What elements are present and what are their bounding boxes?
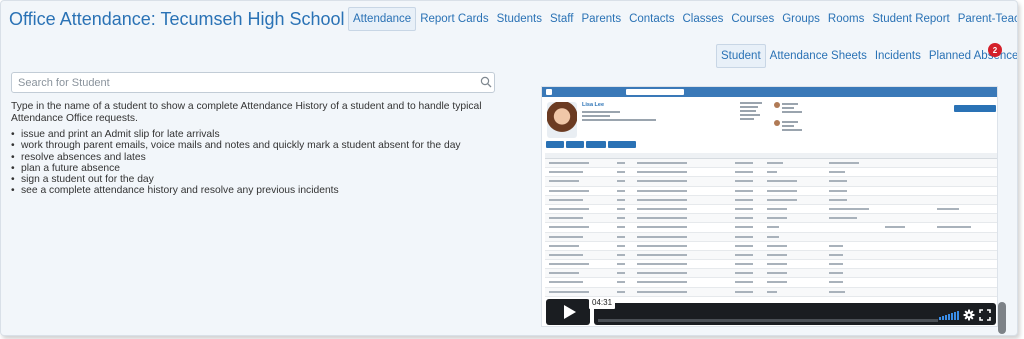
feature-list: issue and print an Admit slip for late a… xyxy=(11,129,461,197)
tab-groups[interactable]: Groups xyxy=(778,7,824,31)
tab-students[interactable]: Students xyxy=(493,7,546,31)
tab-parent-teacher-interviews[interactable]: Parent-Teacher Interviews xyxy=(954,7,1017,31)
list-item: resolve absences and lates xyxy=(11,152,461,164)
list-item: sign a student out for the day xyxy=(11,174,461,186)
video-attendance-table xyxy=(545,153,997,297)
play-button[interactable] xyxy=(546,299,590,325)
list-item: see a complete attendance history and re… xyxy=(11,185,461,197)
video-search-bar xyxy=(626,89,684,95)
video-action-button xyxy=(546,141,564,148)
notification-badge: 2 xyxy=(988,43,1002,57)
tab-courses[interactable]: Courses xyxy=(727,7,778,31)
video-app-header xyxy=(542,87,997,97)
video-timecode: 04:31 xyxy=(589,297,616,309)
list-item: plan a future absence xyxy=(11,163,461,175)
list-item: work through parent emails, voice mails … xyxy=(11,140,461,152)
avatar xyxy=(774,120,780,126)
page-scrollbar[interactable] xyxy=(998,302,1006,334)
tab-rooms[interactable]: Rooms xyxy=(824,7,868,31)
tutorial-video[interactable]: Lisa Lee xyxy=(541,86,998,327)
video-action-button xyxy=(586,141,606,148)
student-search-input[interactable] xyxy=(11,72,495,93)
top-nav: Attendance Report Cards Students Staff P… xyxy=(348,7,1017,31)
intro-text: Type in the name of a student to show a … xyxy=(11,101,482,124)
subtab-planned-absences[interactable]: Planned Absences xyxy=(925,44,1017,68)
tab-classes[interactable]: Classes xyxy=(678,7,727,31)
tab-contacts[interactable]: Contacts xyxy=(625,7,678,31)
tab-attendance[interactable]: Attendance xyxy=(348,7,417,31)
video-detail-line xyxy=(582,119,656,121)
student-photo xyxy=(547,102,577,138)
tab-student-report[interactable]: Student Report xyxy=(868,7,953,31)
video-detail-line xyxy=(582,115,610,117)
play-icon xyxy=(563,305,576,319)
page-title: Office Attendance: Tecumseh High School xyxy=(9,9,345,29)
avatar xyxy=(774,102,780,108)
list-item: issue and print an Admit slip for late a… xyxy=(11,129,461,141)
tab-staff[interactable]: Staff xyxy=(546,7,577,31)
video-detail-line xyxy=(582,111,620,113)
video-lookup-button xyxy=(954,105,996,112)
video-action-button xyxy=(566,141,584,148)
subtab-incidents[interactable]: Incidents xyxy=(871,44,925,68)
video-progress-track[interactable] xyxy=(598,319,938,322)
video-action-button xyxy=(608,141,636,148)
fullscreen-icon[interactable] xyxy=(979,309,991,321)
sub-nav: Student Attendance Sheets Incidents Plan… xyxy=(716,44,1017,68)
tab-parents[interactable]: Parents xyxy=(577,7,625,31)
settings-gear-icon[interactable] xyxy=(963,309,975,321)
search-icon[interactable] xyxy=(480,76,492,88)
video-control-bar xyxy=(594,303,996,325)
app-frame: Office Attendance: Tecumseh High School … xyxy=(0,0,1018,336)
video-student-name: Lisa Lee xyxy=(582,102,605,108)
video-stat-block xyxy=(740,102,768,122)
subtab-attendance-sheets[interactable]: Attendance Sheets xyxy=(766,44,871,68)
subtab-student[interactable]: Student xyxy=(716,44,766,68)
app-logo-icon xyxy=(546,89,552,95)
tab-report-cards[interactable]: Report Cards xyxy=(416,7,492,31)
volume-icon[interactable] xyxy=(939,310,959,320)
